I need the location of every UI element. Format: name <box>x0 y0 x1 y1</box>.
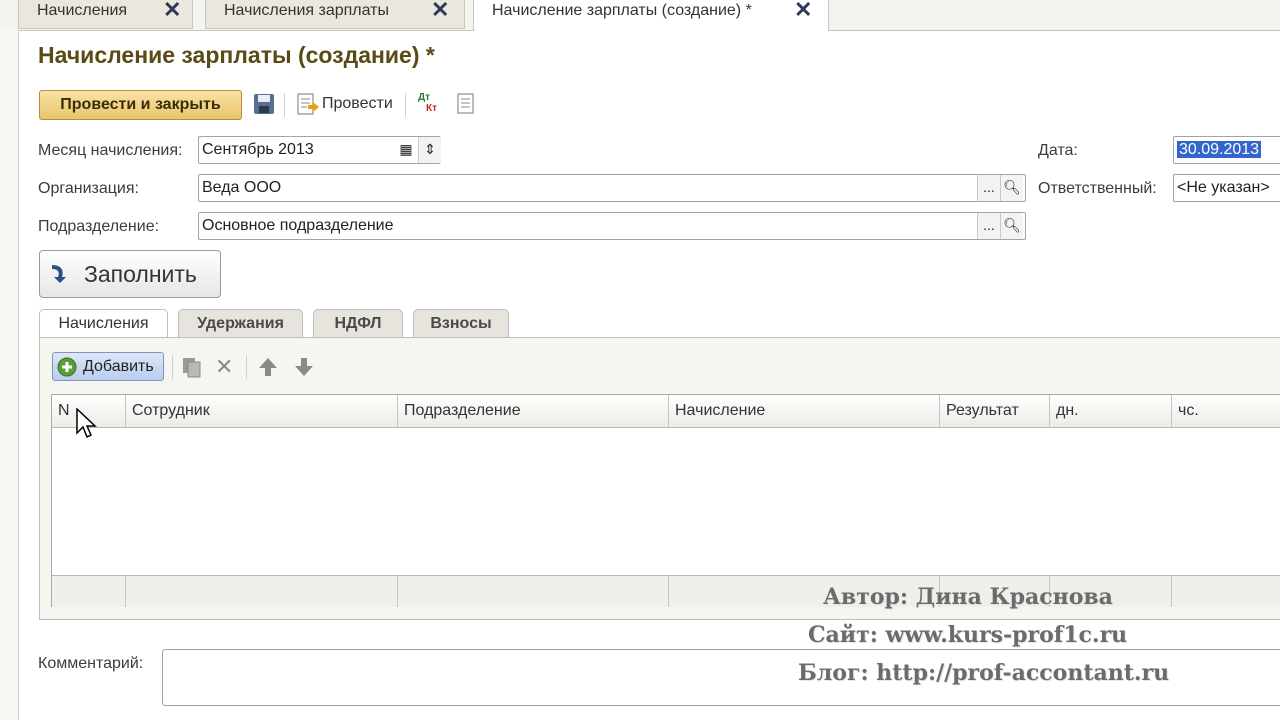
select-button[interactable]: ... <box>977 213 1000 239</box>
watermark-author: Автор: Дина Краснова <box>823 584 1113 610</box>
dt-kt-icon[interactable]: Дт Кт <box>418 92 442 116</box>
department-field[interactable]: Основное подразделение ... 🔍︎ <box>198 212 1026 240</box>
watermark-site: Сайт: www.kurs-prof1c.ru <box>808 622 1128 648</box>
fill-button[interactable]: Заполнить <box>39 250 221 298</box>
column-header-hours[interactable]: чс. <box>1172 395 1280 427</box>
date-field[interactable]: 30.09.2013 <box>1173 136 1280 164</box>
column-header-department[interactable]: Подразделение <box>398 395 669 427</box>
close-icon[interactable]: ✕ <box>163 0 181 21</box>
arrow-icon <box>48 261 70 291</box>
column-header-accrual[interactable]: Начисление <box>669 395 940 427</box>
department-label: Подразделение: <box>38 218 160 235</box>
toolbar-separator <box>246 355 247 379</box>
watermark-blog: Блог: http://prof-accontant.ru <box>798 660 1170 686</box>
copy-icon[interactable] <box>180 355 204 384</box>
organization-field[interactable]: Веда ООО ... 🔍︎ <box>198 174 1026 202</box>
table-header: N Сотрудник Подразделение Начисление Рез… <box>52 395 1280 428</box>
search-icon[interactable]: 🔍︎ <box>1000 175 1023 201</box>
add-button[interactable]: Добавить <box>52 352 164 381</box>
dt-label: Дт <box>418 92 431 103</box>
column-header-employee[interactable]: Сотрудник <box>126 395 398 427</box>
page-title: Начисление зарплаты (создание) * <box>38 42 435 68</box>
move-down-icon[interactable] <box>293 356 315 383</box>
accruals-table[interactable]: N Сотрудник Подразделение Начисление Рез… <box>51 394 1280 607</box>
fill-button-label: Заполнить <box>84 261 197 287</box>
post-and-close-button[interactable]: Провести и закрыть <box>39 90 242 120</box>
save-icon[interactable] <box>252 92 276 121</box>
tab-contributions[interactable]: Взносы <box>413 309 509 337</box>
left-panel-edge[interactable] <box>0 30 19 720</box>
tab-accruals[interactable]: Начисления <box>39 309 168 339</box>
responsible-label: Ответственный: <box>1038 180 1157 197</box>
close-icon[interactable]: ✕ <box>431 0 449 21</box>
window-tab-label: Начисления <box>37 2 128 19</box>
toolbar-separator <box>172 355 173 379</box>
date-value: 30.09.2013 <box>1177 141 1262 158</box>
close-icon[interactable]: ✕ <box>794 0 812 21</box>
comment-label: Комментарий: <box>38 655 144 672</box>
move-up-icon[interactable] <box>257 356 279 383</box>
window-tab-label: Начисление зарплаты (создание) * <box>492 2 752 19</box>
toolbar-separator <box>405 93 406 117</box>
month-field[interactable]: Сентябрь 2013 ▦ ⇕ <box>198 136 441 164</box>
month-label: Месяц начисления: <box>38 142 183 159</box>
toolbar-separator <box>284 93 285 117</box>
department-value: Основное подразделение <box>202 217 394 234</box>
responsible-field[interactable]: <Не указан> <box>1173 174 1280 202</box>
window-tab-salary-accrual-create[interactable]: Начисление зарплаты (создание) * ✕ <box>473 0 829 31</box>
calendar-icon[interactable]: ▦ <box>395 137 417 163</box>
delete-icon[interactable]: ✕ <box>215 354 233 380</box>
organization-value: Веда ООО <box>202 179 282 196</box>
tab-ndfl[interactable]: НДФЛ <box>313 309 403 337</box>
add-button-label: Добавить <box>83 358 154 375</box>
window-tab-label: Начисления зарплаты <box>224 2 389 19</box>
column-header-days[interactable]: дн. <box>1050 395 1172 427</box>
select-button[interactable]: ... <box>977 175 1000 201</box>
post-button[interactable]: Провести <box>322 95 393 113</box>
kt-label: Кт <box>426 103 438 114</box>
responsible-value: <Не указан> <box>1177 179 1270 196</box>
mouse-cursor <box>76 407 100 447</box>
organization-label: Организация: <box>38 180 139 197</box>
column-header-result[interactable]: Результат <box>940 395 1050 427</box>
post-icon[interactable] <box>295 91 319 122</box>
report-icon[interactable] <box>456 92 476 121</box>
spin-icon[interactable]: ⇕ <box>418 137 441 163</box>
tab-deductions[interactable]: Удержания <box>178 309 303 337</box>
window-tab-salary-accruals[interactable]: Начисления зарплаты ✕ <box>205 0 465 29</box>
window-tab-bar: Начисления ✕ Начисления зарплаты ✕ Начис… <box>0 0 1280 31</box>
add-icon <box>57 357 77 382</box>
search-icon[interactable]: 🔍︎ <box>1000 213 1023 239</box>
window-tab-accruals[interactable]: Начисления ✕ <box>18 0 193 29</box>
date-label: Дата: <box>1038 142 1078 159</box>
month-value: Сентябрь 2013 <box>202 141 314 158</box>
